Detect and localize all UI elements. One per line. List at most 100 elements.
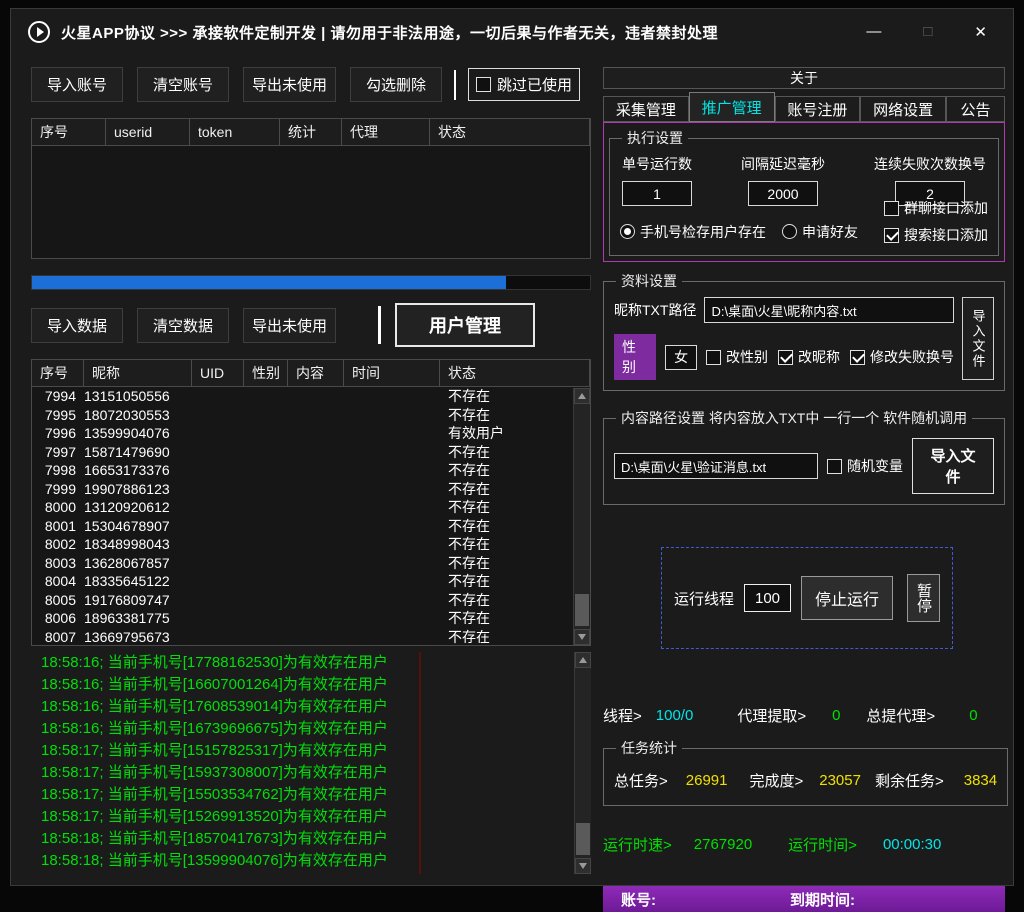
profile-settings-legend: 资料设置 bbox=[616, 271, 682, 291]
cell-nick: 15304678907 bbox=[84, 518, 192, 534]
column-header[interactable]: 性别 bbox=[244, 360, 288, 386]
users-table-scrollbar[interactable] bbox=[573, 388, 590, 645]
close-button[interactable]: ✕ bbox=[974, 23, 987, 41]
table-row[interactable]: 8003 13628067857 不存在 bbox=[32, 554, 573, 573]
import-nick-file-button[interactable]: 导入文件 bbox=[962, 297, 994, 380]
task-stats-group: 任务统计 总任务> 26991 完成度> 23057 剩余任务> 3834 bbox=[603, 738, 1008, 806]
column-header[interactable]: token bbox=[190, 119, 280, 145]
table-row[interactable]: 8000 13120920612 不存在 bbox=[32, 498, 573, 517]
cell-status: 不存在 bbox=[440, 608, 573, 628]
about-button[interactable]: 关于 bbox=[603, 67, 1005, 89]
exec-field-input[interactable]: 2000 bbox=[748, 181, 818, 206]
skip-used-option[interactable]: 跳过已使用 bbox=[468, 68, 580, 101]
column-header[interactable]: UID bbox=[192, 360, 244, 386]
accounts-toolbar-button[interactable]: 导入账号 bbox=[31, 67, 123, 102]
thread-count-input[interactable]: 100 bbox=[744, 584, 791, 612]
cell-nick: 19907886123 bbox=[84, 481, 192, 497]
profile-checkbox-option[interactable]: 改昵称 bbox=[778, 347, 840, 367]
profile-checkbox-option[interactable]: 修改失败换号 bbox=[850, 347, 954, 367]
accounts-toolbar-button[interactable]: 清空账号 bbox=[137, 67, 229, 102]
cell-seq: 8006 bbox=[32, 610, 84, 626]
table-row[interactable]: 8005 19176809747 不存在 bbox=[32, 591, 573, 610]
minimize-button[interactable]: — bbox=[866, 23, 881, 41]
tab[interactable]: 网络设置 bbox=[860, 96, 946, 122]
cell-status: 不存在 bbox=[440, 516, 573, 536]
maximize-button[interactable]: □ bbox=[923, 23, 932, 41]
users-toolbar-button[interactable]: 清空数据 bbox=[137, 308, 229, 343]
scroll-down-icon[interactable] bbox=[575, 858, 591, 874]
column-header[interactable]: 序号 bbox=[32, 119, 106, 145]
tab[interactable]: 账号注册 bbox=[775, 96, 861, 122]
content-path-input[interactable]: D:\桌面\火星\验证消息.txt bbox=[614, 453, 818, 479]
table-row[interactable]: 8006 18963381775 不存在 bbox=[32, 609, 573, 628]
total-tasks-value: 26991 bbox=[686, 772, 728, 789]
tab[interactable]: 采集管理 bbox=[603, 96, 689, 122]
log-scrollbar[interactable] bbox=[574, 652, 591, 874]
scrollbar-track[interactable] bbox=[574, 404, 590, 629]
interface-checkbox-option[interactable]: 搜索接口添加 bbox=[884, 225, 988, 245]
gender-label: 性别 bbox=[614, 334, 656, 380]
table-row[interactable]: 8002 18348998043 不存在 bbox=[32, 535, 573, 554]
table-row[interactable]: 7996 13599904076 有效用户 bbox=[32, 424, 573, 443]
total-tasks-label: 总任务> bbox=[614, 770, 668, 791]
total-proxy-stat-label: 总提代理> bbox=[866, 705, 935, 726]
pause-button[interactable]: 暂停 bbox=[907, 574, 940, 622]
accounts-toolbar-button[interactable]: 导出未使用 bbox=[243, 67, 336, 102]
users-toolbar: 导入数据清空数据导出未使用 用户管理 bbox=[31, 303, 591, 347]
column-header[interactable]: 统计 bbox=[280, 119, 342, 145]
checkbox-label: 群聊接口添加 bbox=[904, 198, 988, 218]
table-row[interactable]: 7994 13151050556 不存在 bbox=[32, 387, 573, 406]
random-variable-option[interactable]: 随机变量 bbox=[827, 456, 903, 476]
table-row[interactable]: 8001 15304678907 不存在 bbox=[32, 517, 573, 536]
scrollbar-thumb[interactable] bbox=[576, 823, 590, 855]
window-controls: — □ ✕ bbox=[866, 23, 997, 41]
cell-seq: 7996 bbox=[32, 425, 84, 441]
accounts-toolbar-button[interactable]: 勾选删除 bbox=[350, 67, 442, 102]
table-row[interactable]: 8004 18335645122 不存在 bbox=[32, 572, 573, 591]
stop-button[interactable]: 停止运行 bbox=[801, 576, 893, 620]
cell-nick: 18348998043 bbox=[84, 536, 192, 552]
profile-checkbox-option[interactable]: 改性别 bbox=[706, 347, 768, 367]
users-toolbar-button[interactable]: 导出未使用 bbox=[243, 308, 336, 343]
cell-nick: 16653173376 bbox=[84, 462, 192, 478]
table-row[interactable]: 7995 18072030553 不存在 bbox=[32, 406, 573, 425]
table-row[interactable]: 7999 19907886123 不存在 bbox=[32, 480, 573, 499]
account-status-bar: 账号: 到期时间: bbox=[603, 886, 1005, 912]
scroll-down-icon[interactable] bbox=[574, 629, 590, 645]
column-header[interactable]: 序号 bbox=[32, 360, 84, 386]
exec-field-input[interactable]: 1 bbox=[622, 181, 692, 206]
gender-select[interactable]: 女 bbox=[665, 345, 697, 370]
log-line: 18:58:17; 当前手机号[15157825317]为有效存在用户 bbox=[41, 740, 574, 762]
cell-nick: 13628067857 bbox=[84, 555, 192, 571]
exec-field: 单号运行数 1 bbox=[622, 154, 692, 206]
scrollbar-track[interactable] bbox=[575, 668, 591, 858]
users-toolbar-button[interactable]: 导入数据 bbox=[31, 308, 123, 343]
scroll-up-icon[interactable] bbox=[574, 388, 590, 404]
interface-checkbox-option[interactable]: 群聊接口添加 bbox=[884, 198, 988, 218]
column-header[interactable]: 内容 bbox=[288, 360, 344, 386]
mode-radio-option[interactable]: 申请好友 bbox=[782, 222, 858, 242]
scrollbar-thumb[interactable] bbox=[575, 594, 589, 626]
column-header[interactable]: 状态 bbox=[430, 119, 590, 145]
import-content-file-button[interactable]: 导入文件 bbox=[912, 438, 994, 494]
skip-used-checkbox[interactable] bbox=[476, 77, 491, 92]
column-header[interactable]: userid bbox=[106, 119, 190, 145]
tab[interactable]: 推广管理 bbox=[689, 92, 775, 122]
user-manage-button[interactable]: 用户管理 bbox=[395, 303, 535, 347]
column-header[interactable]: 代理 bbox=[342, 119, 430, 145]
checkbox-icon bbox=[706, 350, 721, 365]
mode-radio-option[interactable]: 手机号检存用户存在 bbox=[620, 222, 766, 242]
cell-nick: 15871479690 bbox=[84, 444, 192, 460]
table-row[interactable]: 8007 13669795673 不存在 bbox=[32, 628, 573, 646]
table-row[interactable]: 7997 15871479690 不存在 bbox=[32, 443, 573, 462]
table-row[interactable]: 7998 16653173376 不存在 bbox=[32, 461, 573, 480]
users-table-header: 序号昵称UID性别内容时间状态 bbox=[32, 360, 590, 387]
tab[interactable]: 公告 bbox=[946, 96, 1005, 122]
scroll-up-icon[interactable] bbox=[575, 652, 591, 668]
nick-path-input[interactable]: D:\桌面\火星\昵称内容.txt bbox=[704, 297, 954, 323]
column-header[interactable]: 状态 bbox=[440, 360, 590, 386]
column-header[interactable]: 时间 bbox=[344, 360, 440, 386]
log-line: 18:58:17; 当前手机号[15937308007]为有效存在用户 bbox=[41, 762, 574, 784]
cell-seq: 7994 bbox=[32, 388, 84, 404]
column-header[interactable]: 昵称 bbox=[84, 360, 192, 386]
